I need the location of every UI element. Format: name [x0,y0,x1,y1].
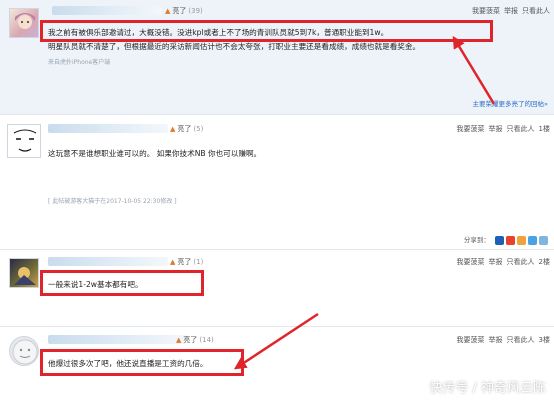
more-share-icon[interactable] [539,235,548,245]
post-1: ▲ 亮了 (39) 我要菠菜 举报 只看此人 我之前有被俱乐部邀请过，大概没错。没进kp… [0,0,554,114]
post-3: ▲ 亮了 (1) 我要菠菜 举报 只看此人 2楼 一般来说1-2w基本都有吧。 [0,252,554,316]
highlight-button[interactable]: ▲ 亮了 (39) [165,6,203,16]
highlight-label: 亮了 [177,258,192,266]
weibo-share-icon[interactable] [495,235,504,245]
highlight-count: (1) [193,258,204,266]
highlight-count: (5) [193,125,204,133]
highlight-box [40,20,493,42]
more-highlighted-replies-link[interactable]: 主要荣耀更多亮了的回帖» [473,98,548,108]
highlight-count: (39) [188,7,203,15]
highlight-button[interactable]: ▲ 亮了 (5) [170,124,203,134]
floor-number: 1楼 [538,125,550,133]
default-avatar-icon [12,339,38,365]
bet-link[interactable]: 我要菠菜 [472,7,500,15]
only-this-user-link[interactable]: 只看此人 [507,336,535,344]
game-avatar-icon [14,267,36,285]
tencent-share-icon[interactable] [528,235,537,245]
avatar[interactable] [7,124,41,158]
highlight-box [40,349,244,376]
divider [0,249,554,250]
qzone-share-icon[interactable] [506,235,515,245]
highlight-count: (14) [199,336,214,344]
only-this-user-link[interactable]: 只看此人 [507,125,535,133]
divider [0,114,554,115]
post-actions: 我要菠菜 举报 只看此人 2楼 [453,257,550,267]
source-client: 来自虎扑iPhone客户端 [48,59,111,66]
report-link[interactable]: 举报 [489,125,503,133]
username-blurred[interactable] [48,335,188,344]
avatar[interactable] [9,336,39,366]
post-actions: 我要菠菜 举报 只看此人 1楼 [453,124,550,134]
highlight-box [40,270,204,296]
avatar[interactable] [9,8,39,38]
divider [0,326,554,327]
highlight-label: 亮了 [172,7,187,15]
flame-icon: ▲ [170,125,176,133]
bet-link[interactable]: 我要菠菜 [457,336,485,344]
avatar[interactable] [9,258,39,288]
report-link[interactable]: 举报 [489,336,503,344]
flame-icon: ▲ [170,258,176,266]
post-2: ▲ 亮了 (5) 我要菠菜 举报 只看此人 1楼 这玩意不是谁想职业谁可以的。 如果你技术… [0,118,554,248]
floor-number: 2楼 [538,258,550,266]
post-text: 这玩意不是谁想职业谁可以的。 如果你技术NB 你也可以赚啊。 [48,149,262,158]
share-bar: 分享到： [464,234,548,245]
report-link[interactable]: 举报 [489,258,503,266]
bet-link[interactable]: 我要菠菜 [457,258,485,266]
renren-share-icon[interactable] [517,235,526,245]
report-link[interactable]: 举报 [504,7,518,15]
post-actions: 我要菠菜 举报 只看此人 [468,6,550,16]
username-blurred[interactable] [52,6,162,15]
edit-notice: [ 此帖被游客大猫于在2017-10-05 22:30修改 ] [48,198,177,205]
username-blurred[interactable] [48,124,168,133]
flame-icon: ▲ [176,336,182,344]
face-avatar-icon [8,125,40,157]
anime-avatar-icon [15,13,35,29]
watermark: 快传号 / 神奇风云陈 [429,381,546,396]
only-this-user-link[interactable]: 只看此人 [522,7,550,15]
post-text-line2: 明星队员就不清楚了，但根据最近的采访新闻估计也不会太夸张，打职业主要还是看成绩，… [48,42,421,51]
flame-icon: ▲ [165,7,171,15]
post-actions: 我要菠菜 举报 只看此人 3楼 [453,335,550,345]
only-this-user-link[interactable]: 只看此人 [507,258,535,266]
share-label: 分享到： [463,236,490,244]
bet-link[interactable]: 我要菠菜 [457,125,485,133]
highlight-label: 亮了 [177,125,192,133]
highlight-button[interactable]: ▲ 亮了 (1) [170,257,203,267]
highlight-label: 亮了 [183,336,198,344]
username-blurred[interactable] [48,257,168,266]
floor-number: 3楼 [538,336,550,344]
highlight-button[interactable]: ▲ 亮了 (14) [176,335,214,345]
